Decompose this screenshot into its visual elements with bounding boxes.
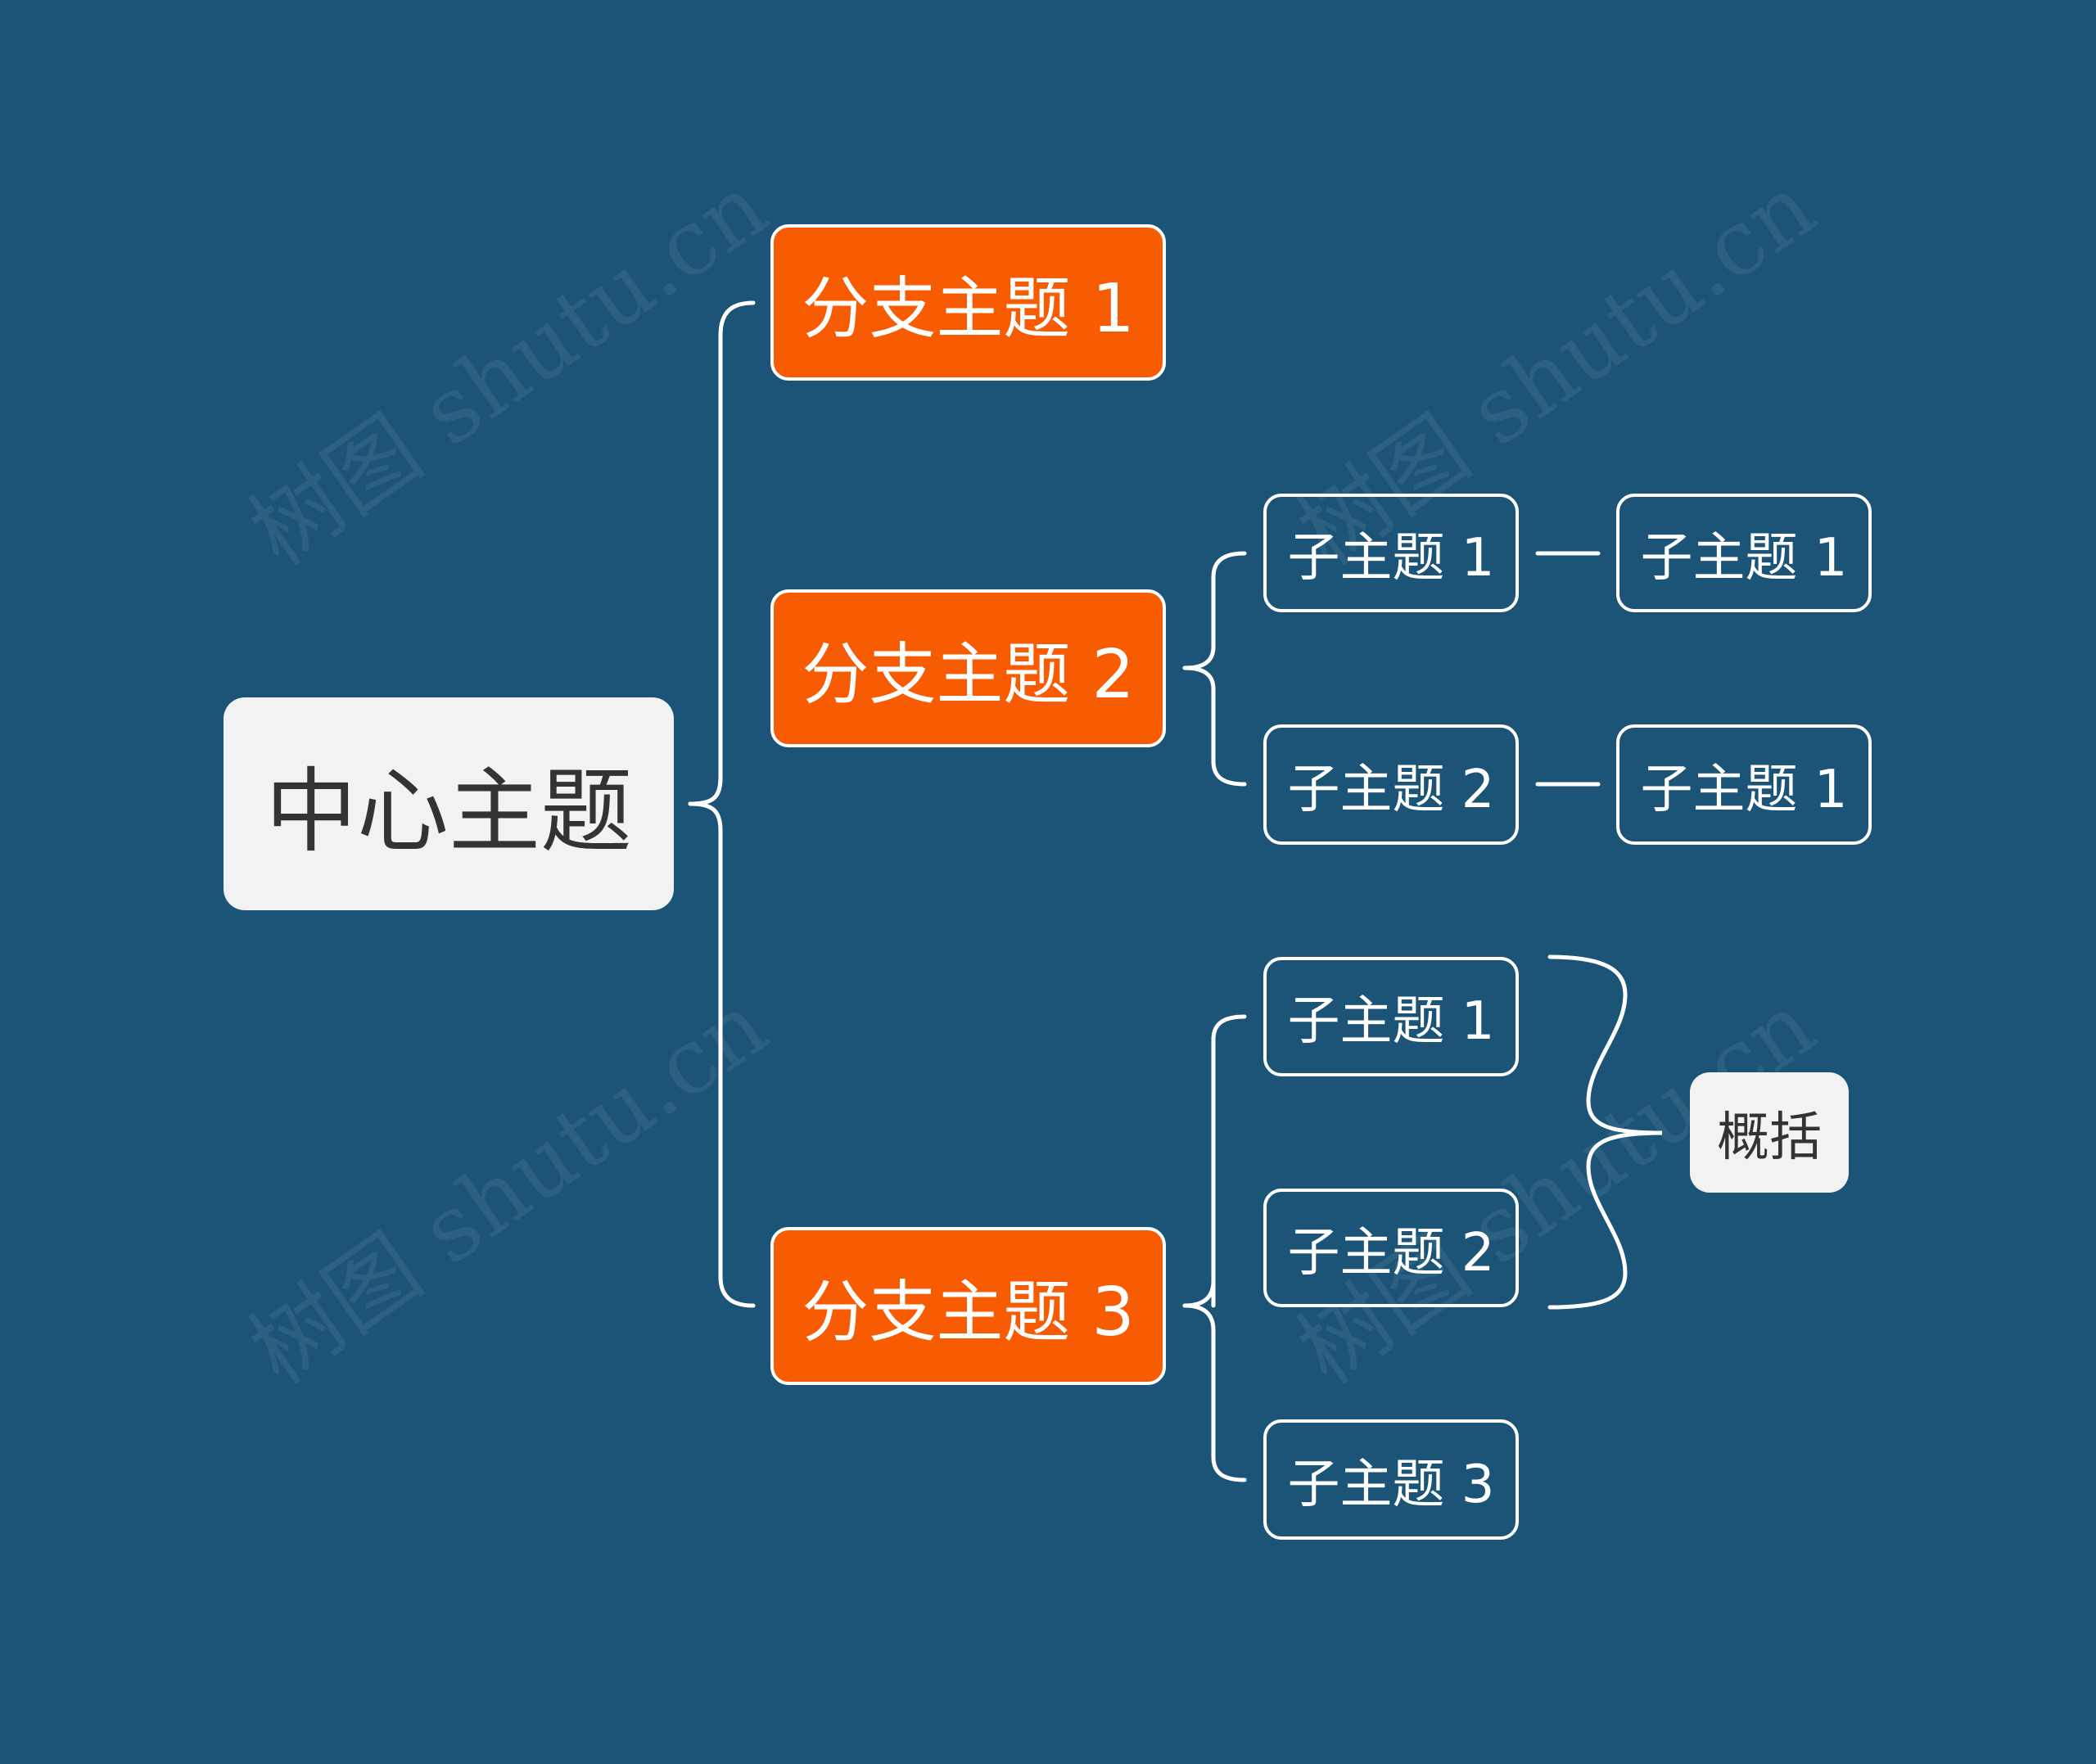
summary-brace: [1547, 954, 1663, 1310]
connector-branch3-sub3: [1182, 1303, 1247, 1482]
subtopic-2-1-1[interactable]: 子主题 1: [1616, 494, 1872, 612]
connector-central-branch2: [688, 333, 723, 806]
connector-branch2-sub1: [1182, 551, 1247, 670]
connector-branch3-sub1: [1182, 1014, 1247, 1308]
subtopic-3-3[interactable]: 子主题 3: [1263, 1419, 1519, 1540]
summary-topic[interactable]: 概括: [1690, 1072, 1849, 1193]
subtopic-3-2[interactable]: 子主题 2: [1263, 1189, 1519, 1307]
central-topic[interactable]: 中心主题: [224, 697, 674, 910]
branch-topic-1[interactable]: 分支主题 1: [770, 224, 1166, 381]
branch-topic-2[interactable]: 分支主题 2: [770, 589, 1166, 747]
subtopic-3-1[interactable]: 子主题 1: [1263, 957, 1519, 1076]
subtopic-2-2[interactable]: 子主题 2: [1263, 724, 1519, 845]
branch-topic-3[interactable]: 分支主题 3: [770, 1227, 1166, 1385]
subtopic-2-2-1[interactable]: 子主题 1: [1616, 724, 1872, 845]
connector-branch2-sub2: [1182, 665, 1247, 787]
connector-central-branch3: [688, 801, 756, 1308]
subtopic-2-1[interactable]: 子主题 1: [1263, 494, 1519, 612]
